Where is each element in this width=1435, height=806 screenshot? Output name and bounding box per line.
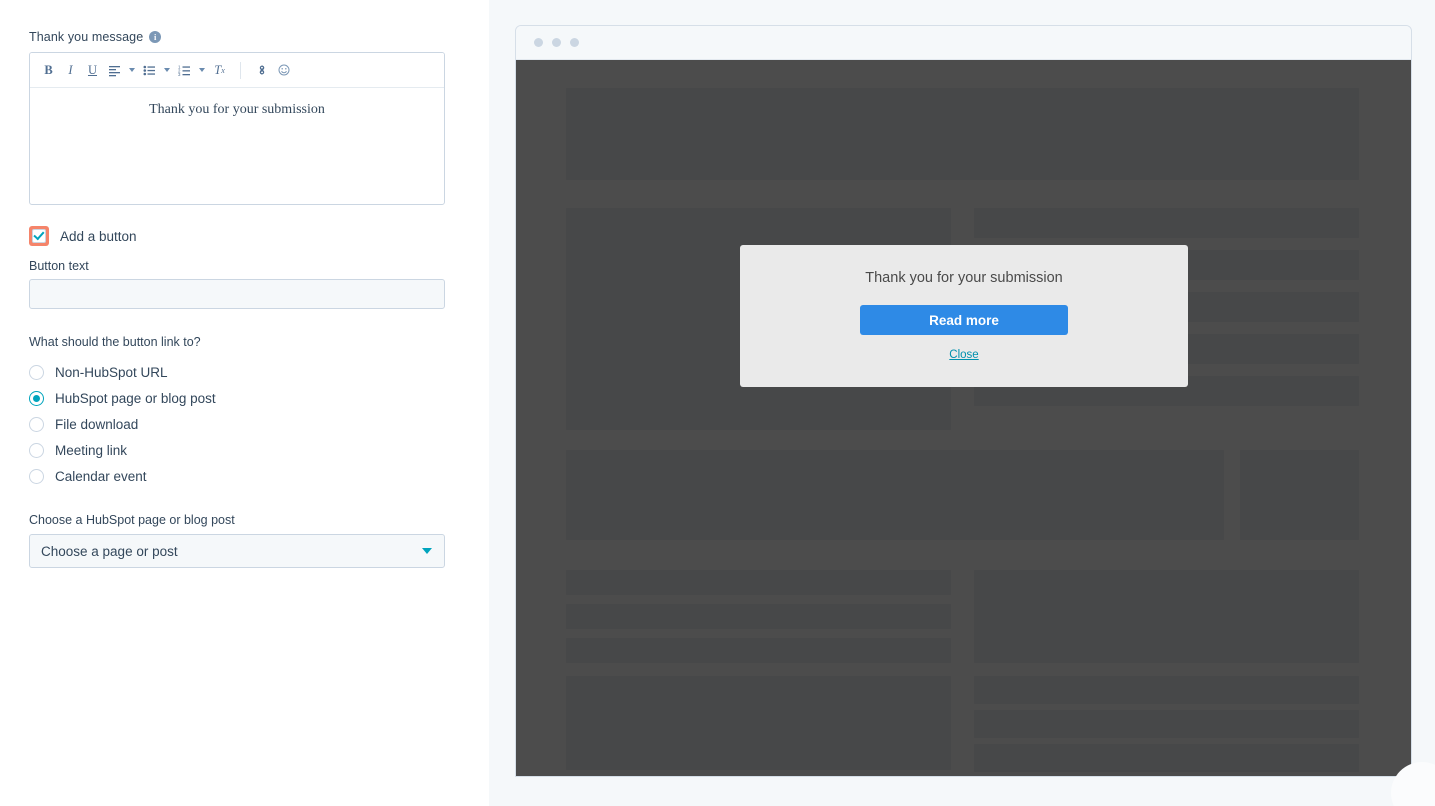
rich-text-editor: B I U 1 2 3 T x Thank you for your submi… xyxy=(29,52,445,205)
editor-toolbar: B I U 1 2 3 T x xyxy=(30,53,444,88)
radio-option-non-hubspot-url[interactable]: Non-HubSpot URL xyxy=(29,359,461,385)
radio-icon xyxy=(29,364,44,380)
page-select-value: Choose a page or post xyxy=(41,543,178,559)
editor-content[interactable]: Thank you for your submission xyxy=(30,88,444,204)
add-a-button-checkbox[interactable] xyxy=(29,226,49,246)
page-or-post-select[interactable]: Choose a page or post xyxy=(29,534,445,568)
browser-dot-icon-1 xyxy=(534,38,543,47)
radio-icon xyxy=(29,468,44,484)
radio-label: Non-HubSpot URL xyxy=(55,364,168,380)
skeleton-block xyxy=(974,570,1359,663)
checkmark-icon xyxy=(32,229,46,243)
thank-you-message-label: Thank you message i xyxy=(29,30,461,44)
bullet-list-group xyxy=(139,58,173,82)
info-icon[interactable]: i xyxy=(149,31,162,43)
skeleton-block xyxy=(566,88,1359,180)
radio-option-meeting-link[interactable]: Meeting link xyxy=(29,437,461,463)
toolbar-divider xyxy=(240,61,241,79)
add-a-button-label: Add a button xyxy=(60,228,137,244)
emoji-icon[interactable] xyxy=(273,58,294,82)
button-text-input[interactable] xyxy=(29,279,445,309)
radio-icon-selected xyxy=(29,390,44,406)
thank-you-message-editor-page: Thank you message i B I U 1 2 3 T x Than… xyxy=(0,0,1435,806)
add-a-button-checkbox-row[interactable]: Add a button xyxy=(29,225,461,247)
skeleton-block xyxy=(974,744,1359,772)
numbered-list-dropdown-caret-icon[interactable] xyxy=(195,58,208,82)
clear-formatting-icon[interactable]: Tx xyxy=(209,58,230,82)
svg-text:3: 3 xyxy=(178,72,181,77)
skeleton-block xyxy=(566,450,1224,540)
settings-panel: Thank you message i B I U 1 2 3 T x Than… xyxy=(0,0,489,806)
browser-dot-icon-3 xyxy=(570,38,579,47)
underline-icon[interactable]: U xyxy=(82,58,103,82)
bullet-list-dropdown-caret-icon[interactable] xyxy=(160,58,173,82)
skeleton-block xyxy=(974,208,1359,238)
skeleton-block xyxy=(566,638,951,663)
skeleton-block xyxy=(566,676,951,770)
chevron-down-icon xyxy=(422,548,432,554)
preview-panel: Thank you for your submission Read more … xyxy=(489,0,1435,806)
numbered-list-group: 1 2 3 xyxy=(174,58,208,82)
bullet-list-icon[interactable] xyxy=(139,58,160,82)
align-left-icon[interactable] xyxy=(104,58,125,82)
modal-message-text: Thank you for your submission xyxy=(865,270,1063,286)
close-link[interactable]: Close xyxy=(949,349,978,361)
align-dropdown-caret-icon[interactable] xyxy=(125,58,138,82)
align-group xyxy=(104,58,138,82)
browser-title-bar xyxy=(516,26,1411,60)
button-text-label: Button text xyxy=(29,259,89,273)
link-target-radio-group: Non-HubSpot URL HubSpot page or blog pos… xyxy=(29,359,461,489)
skeleton-block xyxy=(974,710,1359,738)
skeleton-block xyxy=(974,676,1359,704)
radio-option-hubspot-page-or-blog-post[interactable]: HubSpot page or blog post xyxy=(29,385,461,411)
browser-preview-frame: Thank you for your submission Read more … xyxy=(515,25,1412,777)
page-select-label: Choose a HubSpot page or blog post xyxy=(29,513,235,527)
radio-label: HubSpot page or blog post xyxy=(55,390,216,406)
radio-option-calendar-event[interactable]: Calendar event xyxy=(29,463,461,489)
browser-dot-icon-2 xyxy=(552,38,561,47)
read-more-button[interactable]: Read more xyxy=(860,305,1068,335)
radio-icon xyxy=(29,442,44,458)
thank-you-message-label-text: Thank you message xyxy=(29,30,144,44)
skeleton-block xyxy=(566,604,951,629)
skeleton-block xyxy=(1240,450,1359,540)
bold-icon[interactable]: B xyxy=(38,58,59,82)
radio-option-file-download[interactable]: File download xyxy=(29,411,461,437)
skeleton-block xyxy=(566,570,951,595)
italic-icon[interactable]: I xyxy=(60,58,81,82)
radio-label: Calendar event xyxy=(55,468,147,484)
numbered-list-icon[interactable]: 1 2 3 xyxy=(174,58,195,82)
link-target-question-label: What should the button link to? xyxy=(29,335,201,349)
radio-label: File download xyxy=(55,416,139,432)
preview-page-canvas: Thank you for your submission Read more … xyxy=(516,60,1411,776)
link-icon[interactable] xyxy=(251,58,272,82)
radio-label: Meeting link xyxy=(55,442,128,458)
radio-icon xyxy=(29,416,44,432)
thank-you-modal-preview: Thank you for your submission Read more … xyxy=(740,245,1188,387)
